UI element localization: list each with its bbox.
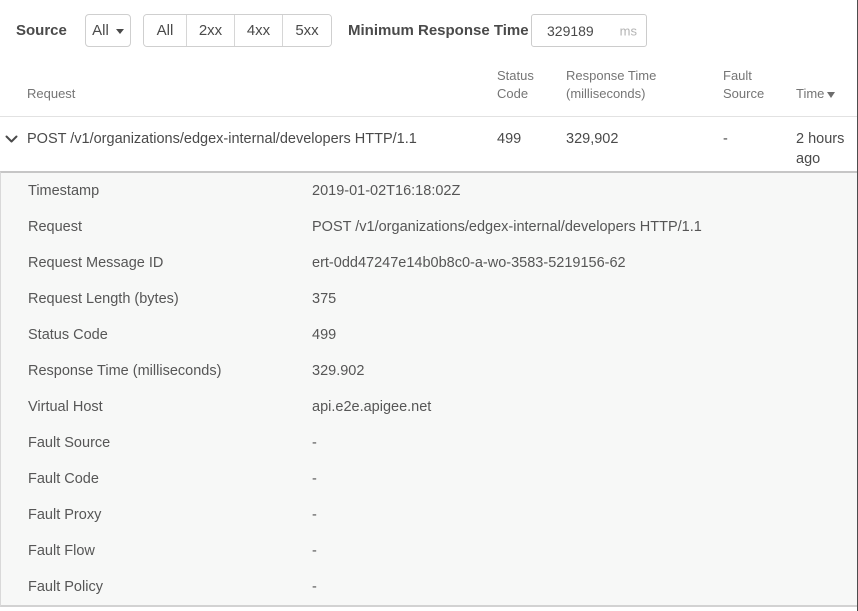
detail-value: ert-0dd47247e14b0b8c0-a-wo-3583-5219156-… bbox=[312, 245, 857, 281]
detail-row-fault-policy: Fault Policy - bbox=[1, 569, 857, 605]
detail-label: Fault Flow bbox=[28, 533, 312, 569]
detail-row-fault-flow: Fault Flow - bbox=[1, 533, 857, 569]
table-row[interactable]: POST /v1/organizations/edgex-internal/de… bbox=[0, 117, 858, 171]
detail-label: Fault Code bbox=[28, 461, 312, 497]
detail-value: api.e2e.apigee.net bbox=[312, 389, 857, 425]
detail-value: 329.902 bbox=[312, 353, 857, 389]
column-header-time[interactable]: Time bbox=[796, 85, 858, 103]
detail-label: Fault Policy bbox=[28, 569, 312, 605]
filter-bar: Source All All 2xx 4xx 5xx Minimum Respo… bbox=[0, 0, 858, 61]
row-time: 2 hours ago bbox=[796, 129, 858, 169]
detail-label: Response Time (milliseconds) bbox=[28, 353, 312, 389]
detail-value: 499 bbox=[312, 317, 857, 353]
detail-value: - bbox=[312, 533, 857, 569]
sort-desc-icon bbox=[827, 92, 835, 98]
chevron-down-icon[interactable] bbox=[5, 135, 18, 143]
row-request: POST /v1/organizations/edgex-internal/de… bbox=[27, 129, 497, 149]
detail-value: 375 bbox=[312, 281, 857, 317]
detail-label: Request Message ID bbox=[28, 245, 312, 281]
detail-row-fault-code: Fault Code - bbox=[1, 461, 857, 497]
detail-value: - bbox=[312, 497, 857, 533]
column-header-response-time: Response Time (milliseconds) bbox=[566, 67, 723, 103]
row-response-time: 329,902 bbox=[566, 129, 723, 149]
detail-label: Virtual Host bbox=[28, 389, 312, 425]
status-filter-2xx[interactable]: 2xx bbox=[186, 15, 234, 46]
detail-row-status-code: Status Code 499 bbox=[1, 317, 857, 353]
status-filter-5xx[interactable]: 5xx bbox=[282, 15, 331, 46]
column-header-fault-source: Fault Source bbox=[723, 67, 796, 103]
detail-label: Timestamp bbox=[28, 173, 312, 209]
detail-value: - bbox=[312, 569, 857, 605]
detail-row-timestamp: Timestamp 2019-01-02T16:18:02Z bbox=[1, 173, 857, 209]
detail-label: Request bbox=[28, 209, 312, 245]
column-header-status-code: Status Code bbox=[497, 67, 566, 103]
min-response-time-input[interactable] bbox=[531, 14, 647, 47]
detail-value: - bbox=[312, 461, 857, 497]
detail-row-virtual-host: Virtual Host api.e2e.apigee.net bbox=[1, 389, 857, 425]
status-filter-group: All 2xx 4xx 5xx bbox=[143, 14, 332, 47]
detail-value: - bbox=[312, 425, 857, 461]
detail-value: POST /v1/organizations/edgex-internal/de… bbox=[312, 209, 857, 245]
source-dropdown[interactable]: All bbox=[85, 14, 131, 47]
table-header-row: Request Status Code Response Time (milli… bbox=[0, 61, 858, 117]
source-label: Source bbox=[16, 22, 67, 39]
detail-label: Request Length (bytes) bbox=[28, 281, 312, 317]
caret-down-icon bbox=[116, 29, 124, 34]
row-status-code: 499 bbox=[497, 129, 566, 149]
detail-label: Status Code bbox=[28, 317, 312, 353]
detail-label: Fault Proxy bbox=[28, 497, 312, 533]
detail-row-fault-source: Fault Source - bbox=[1, 425, 857, 461]
status-filter-4xx[interactable]: 4xx bbox=[234, 15, 282, 46]
detail-row-request-length: Request Length (bytes) 375 bbox=[1, 281, 857, 317]
row-fault-source: - bbox=[723, 129, 796, 149]
detail-label: Fault Source bbox=[28, 425, 312, 461]
min-response-time-label: Minimum Response Time bbox=[348, 22, 529, 39]
detail-row-request: Request POST /v1/organizations/edgex-int… bbox=[1, 209, 857, 245]
status-filter-all[interactable]: All bbox=[144, 15, 186, 46]
detail-row-request-message-id: Request Message ID ert-0dd47247e14b0b8c0… bbox=[1, 245, 857, 281]
min-response-time-field: ms bbox=[531, 14, 647, 47]
detail-row-fault-proxy: Fault Proxy - bbox=[1, 497, 857, 533]
request-detail-panel: Timestamp 2019-01-02T16:18:02Z Request P… bbox=[0, 171, 858, 607]
expander-cell bbox=[0, 129, 27, 149]
column-header-request: Request bbox=[27, 85, 497, 103]
detail-value: 2019-01-02T16:18:02Z bbox=[312, 173, 857, 209]
detail-row-response-time: Response Time (milliseconds) 329.902 bbox=[1, 353, 857, 389]
source-dropdown-value: All bbox=[92, 22, 109, 39]
